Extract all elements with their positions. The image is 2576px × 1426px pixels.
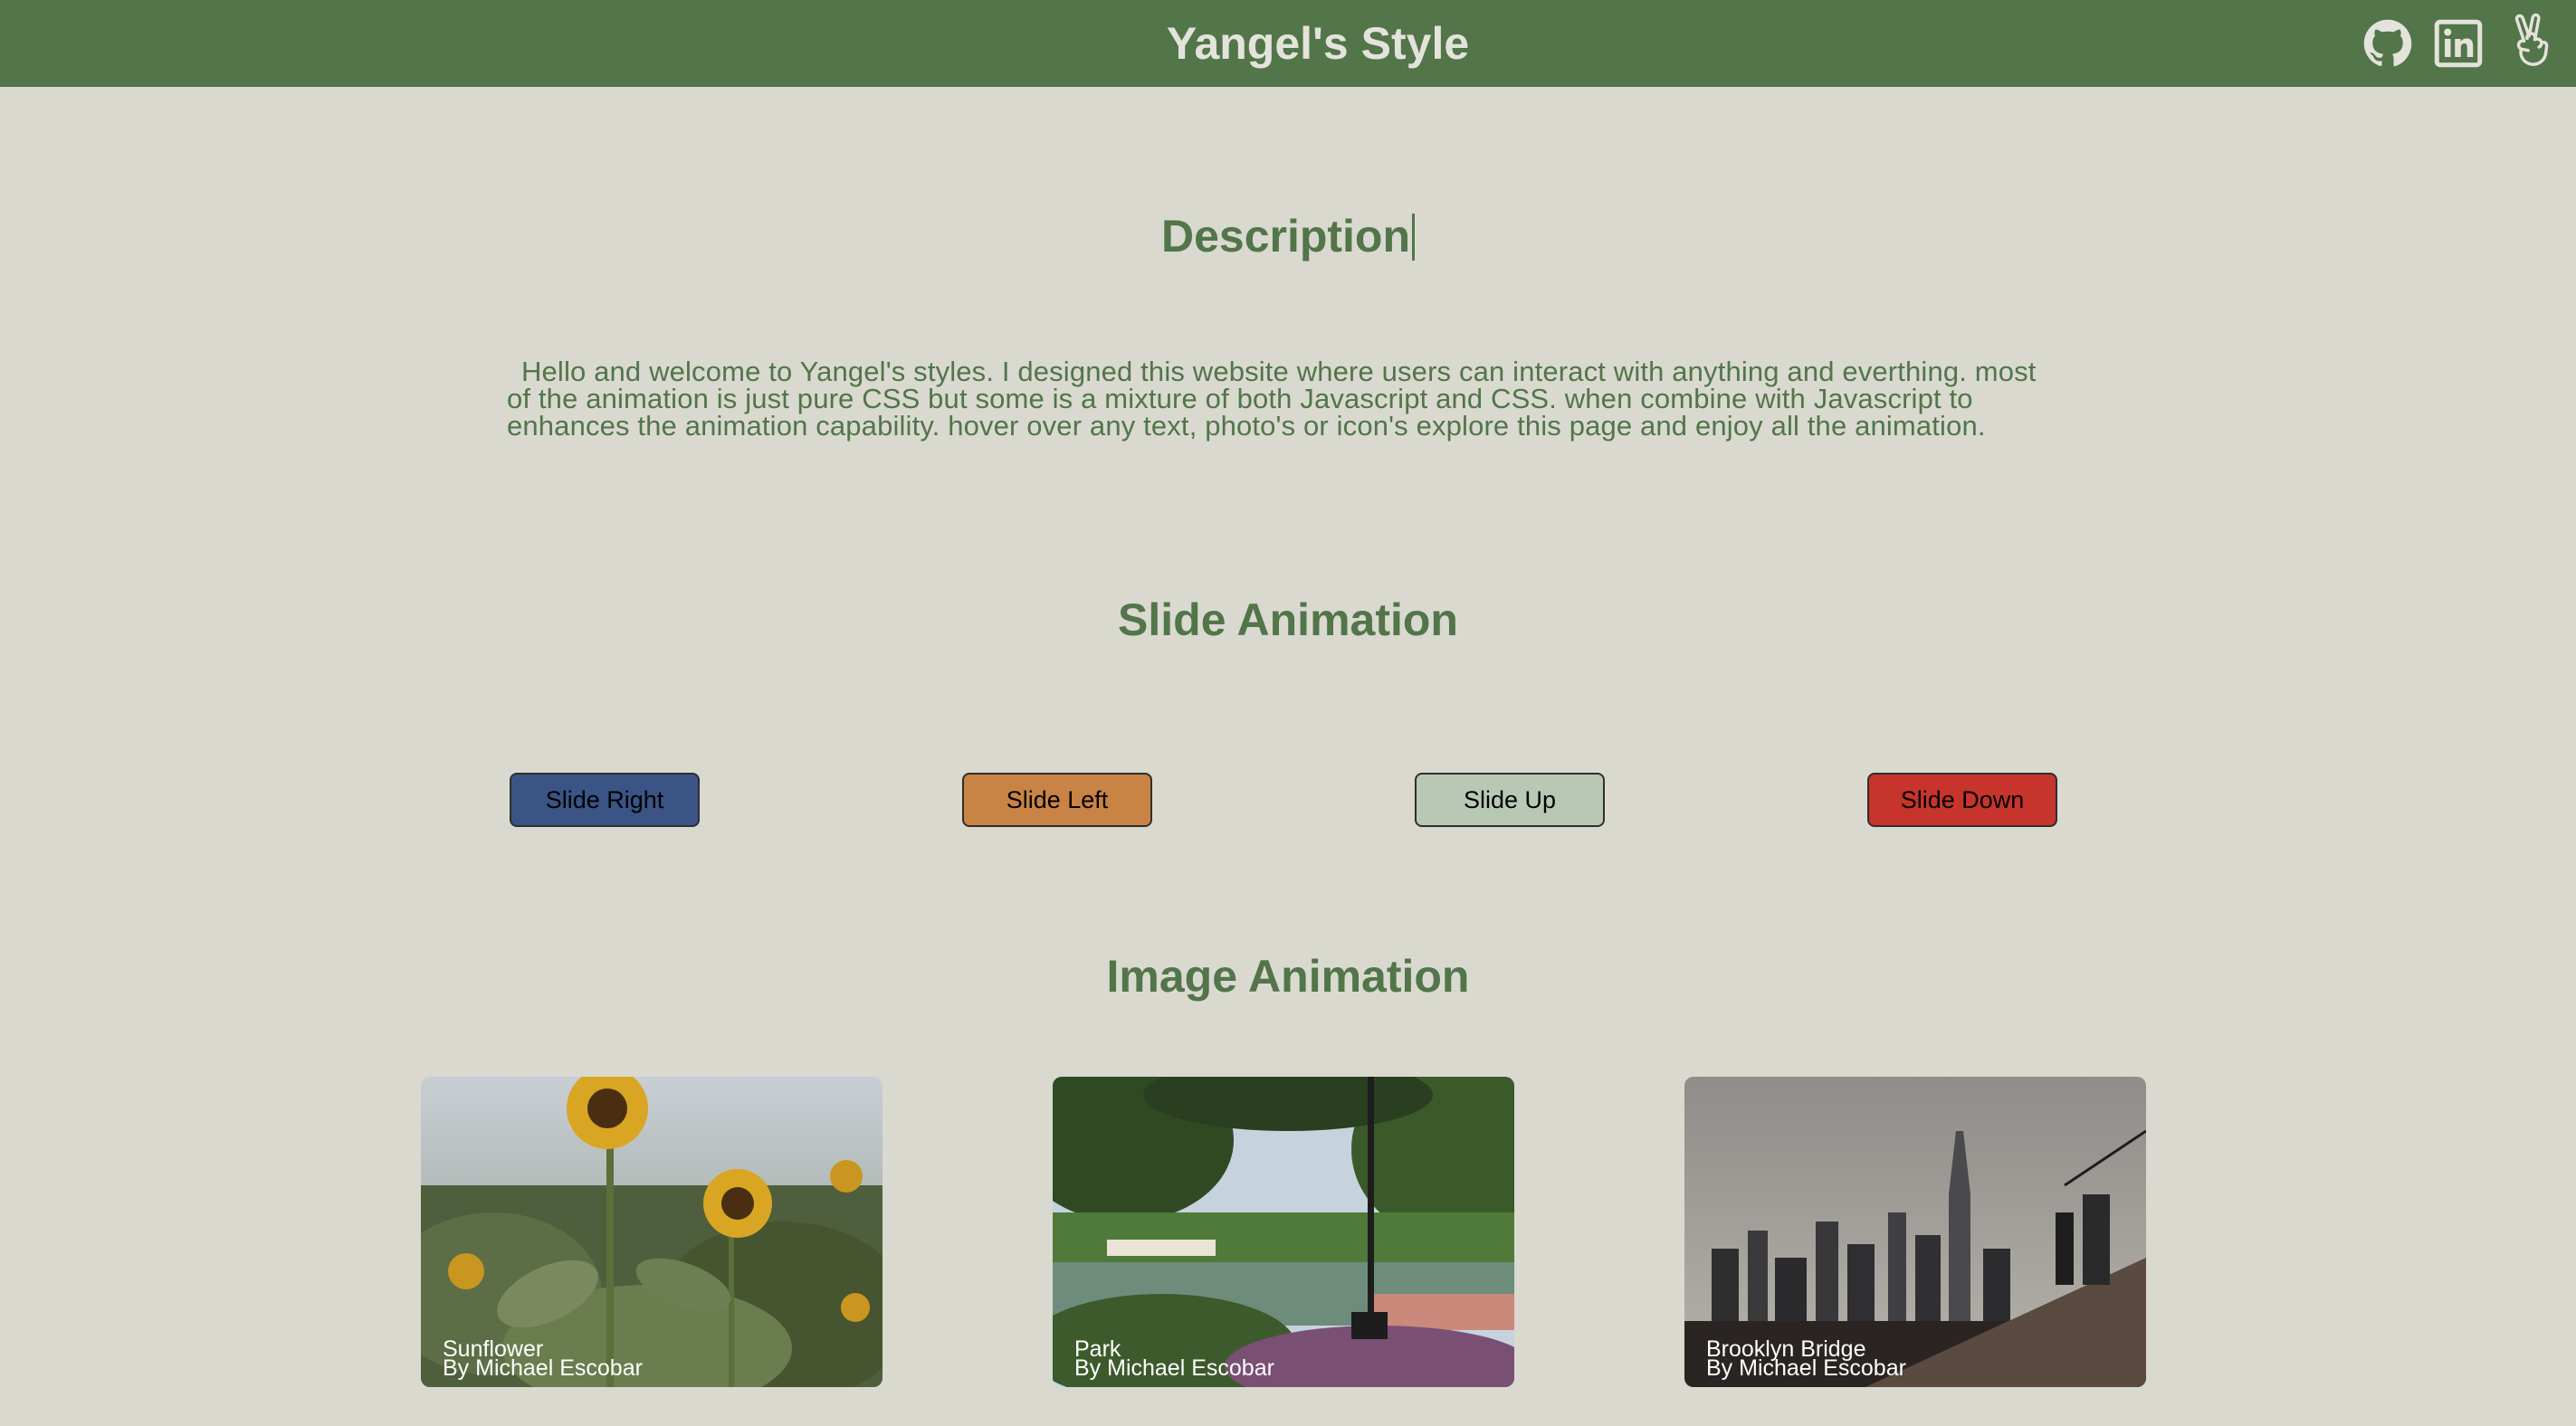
header-bar: Yangel's Style — [0, 0, 2576, 87]
card-caption: Park By Michael Escobar — [1074, 1338, 1274, 1381]
slide-left-button[interactable]: Slide Left — [962, 773, 1152, 827]
image-animation-heading[interactable]: Image Animation — [0, 950, 2576, 1003]
card-caption: Sunflower By Michael Escobar — [443, 1338, 643, 1381]
slide-animation-heading[interactable]: Slide Animation — [0, 594, 2576, 646]
description-heading-text: Description — [1160, 211, 1411, 261]
image-card-sunflower[interactable]: Sunflower By Michael Escobar — [421, 1077, 883, 1387]
slide-down-button[interactable]: Slide Down — [1867, 773, 2057, 827]
peace-hand-icon[interactable] — [2502, 11, 2560, 69]
github-icon[interactable] — [2361, 16, 2415, 71]
image-card-brooklyn-bridge[interactable]: Brooklyn Bridge By Michael Escobar — [1684, 1077, 2146, 1387]
card-author: By Michael Escobar — [1706, 1355, 1906, 1381]
card-caption: Brooklyn Bridge By Michael Escobar — [1706, 1338, 1906, 1381]
site-title[interactable]: Yangel's Style — [0, 0, 2576, 87]
linkedin-icon[interactable] — [2431, 16, 2485, 71]
description-heading[interactable]: Description — [0, 210, 2576, 262]
image-card-park[interactable]: Park By Michael Escobar — [1053, 1077, 1514, 1387]
card-author: By Michael Escobar — [1074, 1355, 1274, 1381]
card-author: By Michael Escobar — [443, 1355, 643, 1381]
text-cursor — [1412, 213, 1416, 261]
slide-right-button[interactable]: Slide Right — [510, 773, 700, 827]
description-text[interactable]: Hello and welcome to Yangel's styles. I … — [507, 357, 2064, 440]
slide-up-button[interactable]: Slide Up — [1415, 773, 1605, 827]
page: Yangel's Style Description Hello and wel… — [0, 0, 2576, 1426]
